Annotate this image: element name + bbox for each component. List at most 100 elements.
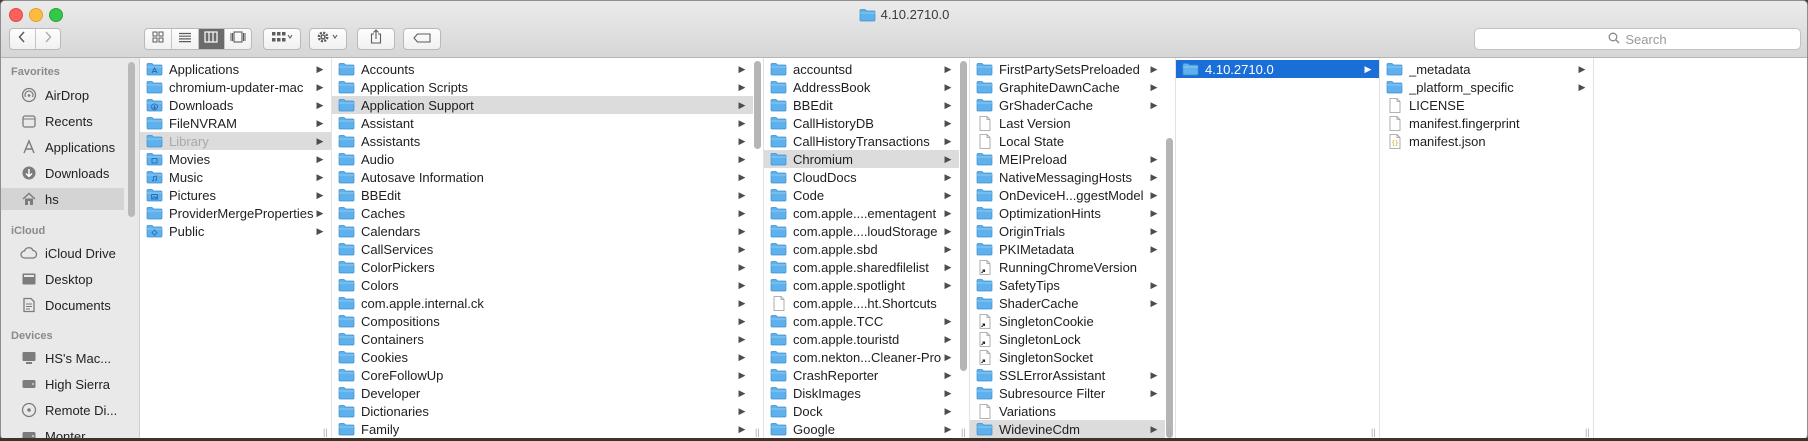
column-item[interactable]: com.apple.touristd ▶ <box>764 330 959 348</box>
column-item[interactable]: {} manifest.json <box>1380 132 1593 150</box>
sidebar-scrollbar[interactable] <box>128 62 135 217</box>
column-item[interactable]: Last Version <box>970 114 1165 132</box>
column-item[interactable]: ShaderCache ▶ <box>970 294 1165 312</box>
column-item[interactable]: Colors ▶ <box>332 276 753 294</box>
column-item[interactable]: Dictionaries ▶ <box>332 402 753 420</box>
column-item[interactable]: FileNVRAM ▶ <box>140 114 331 132</box>
column-resize-handle[interactable]: || <box>323 427 328 437</box>
column-item[interactable]: CallServices ▶ <box>332 240 753 258</box>
column-item[interactable]: OnDeviceH...ggestModel ▶ <box>970 186 1165 204</box>
column-item[interactable]: SSLErrorAssistant ▶ <box>970 366 1165 384</box>
column-item[interactable]: Accounts ▶ <box>332 60 753 78</box>
column-item[interactable]: SingletonSocket <box>970 348 1165 366</box>
sidebar-item-desktop[interactable]: Desktop <box>1 268 124 290</box>
column-item[interactable]: BBEdit ▶ <box>332 186 753 204</box>
column-item[interactable]: CoreFollowUp ▶ <box>332 366 753 384</box>
sidebar-item-high-sierra[interactable]: High Sierra <box>1 373 124 395</box>
column-item[interactable]: SafetyTips ▶ <box>970 276 1165 294</box>
column-scrollbar[interactable] <box>754 61 761 149</box>
column-item[interactable]: Caches ▶ <box>332 204 753 222</box>
column-item[interactable]: MEIPreload ▶ <box>970 150 1165 168</box>
column-item[interactable]: CallHistoryTransactions ▶ <box>764 132 959 150</box>
column-item[interactable]: Assistant ▶ <box>332 114 753 132</box>
column-item[interactable]: CallHistoryDB ▶ <box>764 114 959 132</box>
sidebar-item-airdrop[interactable]: AirDrop <box>1 84 124 106</box>
column-item[interactable]: OptimizationHints ▶ <box>970 204 1165 222</box>
sidebar-item-remote-di[interactable]: Remote Di... <box>1 399 124 421</box>
column-item[interactable]: PKIMetadata ▶ <box>970 240 1165 258</box>
column-scrollbar[interactable] <box>1166 138 1173 438</box>
column-view-button[interactable] <box>198 29 226 49</box>
column-item[interactable]: LICENSE <box>1380 96 1593 114</box>
column-item[interactable]: Assistants ▶ <box>332 132 753 150</box>
column-item[interactable]: RunningChromeVersion <box>970 258 1165 276</box>
column-item[interactable]: Google ▶ <box>764 420 959 438</box>
column-resize-handle[interactable]: || <box>755 427 760 437</box>
column-item[interactable]: com.apple.TCC ▶ <box>764 312 959 330</box>
column-item[interactable]: com.apple....loudStorage ▶ <box>764 222 959 240</box>
sidebar-item-documents[interactable]: Documents <box>1 294 124 316</box>
column-item[interactable]: com.apple.sharedfilelist ▶ <box>764 258 959 276</box>
column-item[interactable]: manifest.fingerprint <box>1380 114 1593 132</box>
column-item[interactable]: FirstPartySetsPreloaded ▶ <box>970 60 1165 78</box>
column-item[interactable]: CloudDocs ▶ <box>764 168 959 186</box>
column-item[interactable]: Code ▶ <box>764 186 959 204</box>
column-item[interactable]: BBEdit ▶ <box>764 96 959 114</box>
column-item[interactable]: Audio ▶ <box>332 150 753 168</box>
column-item[interactable]: Music ▶ <box>140 168 331 186</box>
gallery-view-button[interactable] <box>225 29 251 49</box>
column-item[interactable]: Family ▶ <box>332 420 753 438</box>
share-button[interactable] <box>357 28 395 50</box>
column-item[interactable]: CrashReporter ▶ <box>764 366 959 384</box>
column-item[interactable]: Developer ▶ <box>332 384 753 402</box>
column-item[interactable]: chromium-updater-mac ▶ <box>140 78 331 96</box>
column-item[interactable]: Variations <box>970 402 1165 420</box>
column-item[interactable]: Dock ▶ <box>764 402 959 420</box>
column-item[interactable]: SingletonLock <box>970 330 1165 348</box>
column-item[interactable]: 4.10.2710.0 ▶ <box>1176 60 1379 78</box>
sidebar-item-downloads[interactable]: Downloads <box>1 162 124 184</box>
sidebar-item-monter[interactable]: Monter... <box>1 425 124 439</box>
column-item[interactable]: ColorPickers ▶ <box>332 258 753 276</box>
sidebar-item-hs[interactable]: hs <box>1 188 124 210</box>
column-scrollbar[interactable] <box>960 61 967 371</box>
tag-button[interactable] <box>403 28 441 50</box>
column-item[interactable]: Compositions ▶ <box>332 312 753 330</box>
column-item[interactable]: WidevineCdm ▶ <box>970 420 1165 438</box>
sidebar-item-recents[interactable]: Recents <box>1 110 124 132</box>
column-item[interactable]: GrShaderCache ▶ <box>970 96 1165 114</box>
sidebar-item-applications[interactable]: Applications <box>1 136 124 158</box>
list-view-button[interactable] <box>171 29 199 49</box>
column-item[interactable]: com.apple....ementagent ▶ <box>764 204 959 222</box>
column-item[interactable]: GraphiteDawnCache ▶ <box>970 78 1165 96</box>
column-item[interactable]: Pictures ▶ <box>140 186 331 204</box>
column-item[interactable]: Autosave Information ▶ <box>332 168 753 186</box>
back-button[interactable] <box>10 29 36 49</box>
column-item[interactable]: SingletonCookie <box>970 312 1165 330</box>
column-item[interactable]: Containers ▶ <box>332 330 753 348</box>
column-item[interactable]: Local State <box>970 132 1165 150</box>
column-item[interactable]: DiskImages ▶ <box>764 384 959 402</box>
column-item[interactable]: Subresource Filter ▶ <box>970 384 1165 402</box>
sidebar-item-hs-s-mac[interactable]: HS's Mac... <box>1 347 124 369</box>
column-item[interactable]: Downloads ▶ <box>140 96 331 114</box>
column-item[interactable]: Library ▶ <box>140 132 331 150</box>
column-item[interactable]: Calendars ▶ <box>332 222 753 240</box>
column-resize-handle[interactable]: || <box>1585 427 1590 437</box>
sidebar-item-icloud-drive[interactable]: iCloud Drive <box>1 242 124 264</box>
column-item[interactable]: com.apple.internal.ck ▶ <box>332 294 753 312</box>
column-resize-handle[interactable]: || <box>961 427 966 437</box>
column-item[interactable]: Movies ▶ <box>140 150 331 168</box>
column-item[interactable]: com.nekton...Cleaner-Pro ▶ <box>764 348 959 366</box>
column-item[interactable]: Application Support ▶ <box>332 96 753 114</box>
column-item[interactable]: Public ▶ <box>140 222 331 240</box>
column-item[interactable]: Application Scripts ▶ <box>332 78 753 96</box>
column-item[interactable]: Applications ▶ <box>140 60 331 78</box>
column-item[interactable]: ProviderMergeProperties ▶ <box>140 204 331 222</box>
column-item[interactable]: Cookies ▶ <box>332 348 753 366</box>
column-item[interactable]: AddressBook ▶ <box>764 78 959 96</box>
action-button[interactable] <box>309 28 347 50</box>
column-item[interactable]: accountsd ▶ <box>764 60 959 78</box>
column-item[interactable]: com.apple.spotlight ▶ <box>764 276 959 294</box>
column-item[interactable]: _platform_specific ▶ <box>1380 78 1593 96</box>
